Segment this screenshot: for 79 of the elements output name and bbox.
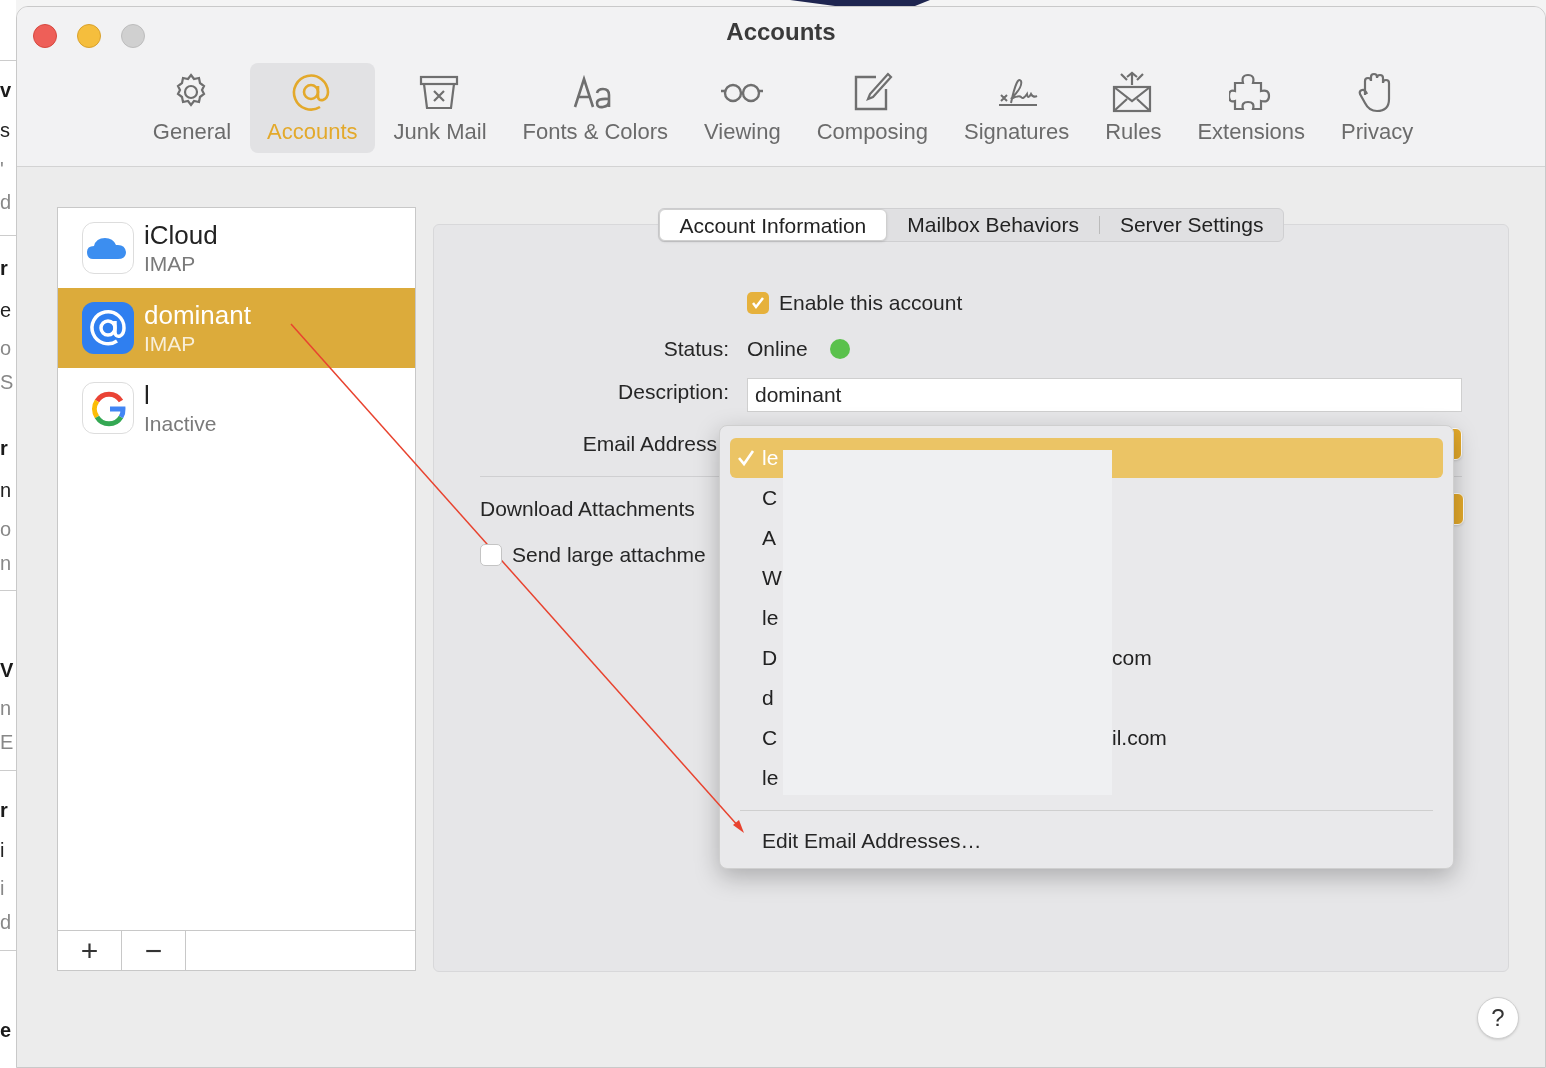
background-text: d [0,192,12,212]
account-name: dominant [144,298,251,332]
background-text: d [0,912,12,932]
menu-item-text: le [762,605,779,632]
toolbar-tab[interactable]: Composing [799,63,945,153]
menu-item-text: D [762,645,778,672]
background-text: n [0,480,12,500]
background-text: r [0,258,8,278]
checkbox-label: Send large attachme [512,542,706,568]
close-button[interactable] [33,24,57,48]
menu-item[interactable]: Edit Email Addresses… [730,821,1443,861]
background-text: i [0,878,5,898]
help-button[interactable]: ? [1477,997,1519,1039]
menu-item-text: A [762,525,776,552]
toolbar-tab[interactable]: Viewing [687,63,798,153]
toolbar-tab[interactable]: Junk Mail [376,63,504,153]
menu-item-text: W [762,565,782,592]
menu-item[interactable]: d [730,678,1443,718]
background-text: s [0,120,10,140]
toolbar-tab[interactable]: Rules [1088,63,1179,153]
menu-item-text: d [762,685,774,712]
background-text: n [0,698,12,718]
field-label: Description: [617,379,729,406]
account-name: l [144,378,151,412]
toolbar-tab[interactable]: Extensions [1180,63,1323,153]
background-text: v [0,80,12,100]
background-text: o [0,519,12,539]
menu-item-text: com [1112,645,1152,672]
toolbar-tab[interactable]: Signatures [946,63,1087,153]
menu-item[interactable]: A [730,518,1443,558]
account-type: Inactive [144,411,217,438]
checkmark-icon [736,448,756,468]
toolbar-tab[interactable]: General [135,63,249,153]
toolbar-tab[interactable]: Privacy [1324,63,1431,153]
window-title: Accounts [726,16,836,47]
input-field[interactable]: dominant [747,378,1462,412]
cloud-icon [82,222,134,274]
toolbar-tab[interactable]: Fonts & Colors [505,63,686,153]
menu-item[interactable]: C il.com [730,718,1443,758]
menu-item[interactable]: W [730,558,1443,598]
background-text: e [0,300,12,320]
menu-item[interactable]: D com [730,638,1443,678]
checkbox-label: Enable this account [779,290,963,317]
add-button[interactable]: + [58,931,122,970]
background-text: S [0,372,14,392]
background-text: i [0,840,5,860]
tab[interactable]: Server Settings [1099,209,1284,241]
checkmark-icon [750,295,766,311]
tab[interactable]: Mailbox Behaviors [887,209,1099,241]
field-label: Email Address [581,431,717,458]
background-text: V [0,660,14,680]
minimize-button[interactable] [77,24,101,48]
field-label: Status: [662,336,729,363]
menu-item[interactable]: le [730,598,1443,638]
background-text: r [0,800,8,820]
account-type: IMAP [144,251,197,278]
menu-item-text: C [762,725,778,752]
menu-item-text: le [762,445,779,472]
background-text: E [0,732,14,752]
checkbox[interactable] [480,543,502,566]
menu-item[interactable]: le [730,758,1443,798]
account-type: IMAP [144,331,197,358]
background-text: n [0,553,12,573]
menu-item[interactable]: C [730,478,1443,518]
background-text: e [0,1020,12,1040]
status-text: Online [747,336,808,363]
tab[interactable]: Account Information [658,209,888,241]
at-sign-icon [82,302,134,354]
menu-item-text: C [762,485,778,512]
menu-item-text: il.com [1112,725,1167,752]
account-name: iCloud [144,218,218,252]
menu-item-text: le [762,765,779,792]
background-text: ' [0,159,4,179]
background-text: o [0,338,12,358]
remove-button[interactable]: − [122,931,186,970]
field-label: Download Attachments [480,496,695,523]
background-text: r [0,438,8,458]
g-logo-icon [82,382,134,434]
checkbox[interactable] [747,292,769,314]
